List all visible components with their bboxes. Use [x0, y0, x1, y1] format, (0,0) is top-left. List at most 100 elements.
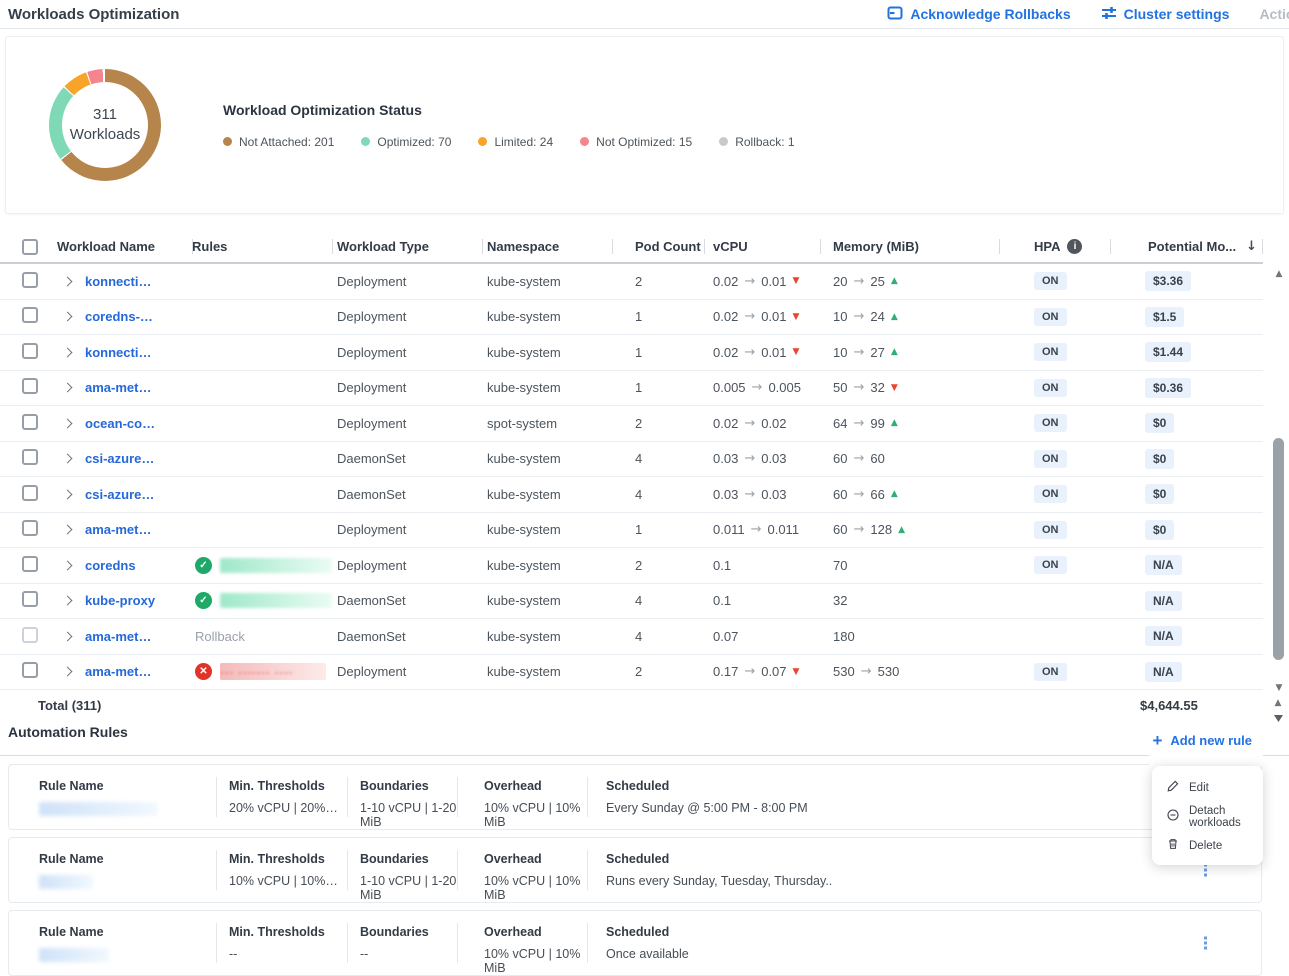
rules-cell: ✓	[192, 557, 332, 574]
legend-label: Not Attached: 201	[239, 135, 334, 149]
potential-savings-cell: N/A	[1110, 555, 1263, 575]
column-header-namespace[interactable]: Namespace	[482, 231, 612, 262]
row-select-cell	[0, 520, 50, 539]
workload-name-link[interactable]: konnecti…	[85, 345, 151, 360]
add-new-rule-button[interactable]: + Add new rule	[1152, 733, 1252, 748]
redacted-rule-name	[39, 948, 109, 962]
workload-name-cell: ama-met…	[84, 522, 192, 537]
boundaries-column: Boundaries1-10 vCPU | 1-20 MiB	[347, 765, 457, 829]
automation-rules-title: Automation Rules	[8, 724, 1289, 740]
vcpu-current-value: 0.02	[713, 274, 738, 289]
column-header-memory[interactable]: Memory (MiB)	[820, 231, 999, 262]
expand-chevron-icon[interactable]	[62, 312, 72, 322]
workload-name-link[interactable]: kube-proxy	[85, 593, 155, 608]
column-header-pod-count[interactable]: Pod Count	[612, 231, 704, 262]
row-select-cell	[0, 627, 50, 646]
workloads-optimization-page: { "header": { "title": "Workloads Optimi…	[0, 0, 1289, 976]
sort-desc-icon[interactable]: ↓	[1246, 239, 1257, 254]
hpa-badge: ON	[1034, 663, 1067, 681]
expand-chevron-icon[interactable]	[62, 667, 72, 677]
memory-recommended-value: 32	[870, 380, 884, 395]
hpa-info-icon[interactable]: i	[1067, 239, 1082, 254]
actions-button[interactable]: Action	[1259, 6, 1289, 22]
workload-name-link[interactable]: coredns	[85, 558, 136, 573]
pod-count-cell: 2	[612, 664, 704, 679]
row-expand-cell	[50, 562, 84, 569]
column-header-workload-name[interactable]: Workload Name	[50, 231, 192, 262]
select-all-checkbox[interactable]	[22, 239, 38, 255]
page-scrollbar[interactable]: ▲	[1271, 697, 1285, 722]
expand-chevron-icon[interactable]	[62, 347, 72, 357]
vcpu-recommended-value: 0.005	[768, 380, 801, 395]
rules-cell: ✓	[192, 592, 332, 609]
row-checkbox[interactable]	[22, 662, 38, 678]
expand-chevron-icon[interactable]	[62, 383, 72, 393]
menu-item-delete[interactable]: Delete	[1152, 831, 1263, 860]
legend-dot-icon	[361, 137, 370, 146]
table-row: kube-proxy✓DaemonSetkube-system40.132N/A	[0, 584, 1263, 620]
workload-name-link[interactable]: csi-azure…	[85, 451, 154, 466]
table-scrollbar[interactable]: ▲ ▼	[1272, 268, 1286, 694]
workload-name-cell: coredns	[84, 558, 192, 573]
row-checkbox[interactable]	[22, 627, 38, 643]
workload-name-link[interactable]: ocean-co…	[85, 416, 155, 431]
expand-chevron-icon[interactable]	[62, 560, 72, 570]
cluster-settings-button[interactable]: Cluster settings	[1101, 5, 1230, 24]
row-checkbox[interactable]	[22, 414, 38, 430]
workload-type-cell: Deployment	[332, 380, 482, 395]
page-scroll-up-arrow[interactable]: ▲	[1271, 697, 1285, 709]
workload-name-link[interactable]: ama-met…	[85, 629, 151, 644]
workload-name-link[interactable]: csi-azure…	[85, 487, 154, 502]
legend-label: Not Optimized: 15	[596, 135, 692, 149]
row-checkbox[interactable]	[22, 556, 38, 572]
workload-name-link[interactable]: coredns-…	[85, 309, 153, 324]
workload-name-link[interactable]: ama-met…	[85, 522, 151, 537]
memory-current-value: 64	[833, 416, 847, 431]
menu-item-edit[interactable]: Edit	[1152, 773, 1263, 802]
column-header-vcpu[interactable]: vCPU	[704, 231, 820, 262]
expand-chevron-icon[interactable]	[62, 418, 72, 428]
workload-name-link[interactable]: konnecti…	[85, 274, 151, 289]
expand-chevron-icon[interactable]	[62, 489, 72, 499]
boundaries-label: Boundaries	[360, 852, 457, 866]
expand-chevron-icon[interactable]	[62, 631, 72, 641]
legend-label: Limited: 24	[494, 135, 553, 149]
column-header-potential[interactable]: Potential Mo... ↓	[1110, 231, 1263, 262]
expand-chevron-icon[interactable]	[62, 276, 72, 286]
row-checkbox[interactable]	[22, 449, 38, 465]
potential-savings-cell: N/A	[1110, 591, 1263, 611]
workload-name-link[interactable]: ama-met…	[85, 380, 151, 395]
page-scroll-down-arrow[interactable]	[1274, 715, 1283, 722]
workload-name-cell: csi-azure…	[84, 451, 192, 466]
column-header-workload-type[interactable]: Workload Type	[332, 231, 482, 262]
scrollbar-thumb[interactable]	[1273, 438, 1284, 660]
column-header-rules[interactable]: Rules	[192, 231, 332, 262]
menu-item-detach-workloads[interactable]: Detach workloads	[1152, 802, 1263, 831]
arrow-right-icon: →	[744, 487, 755, 502]
rule-menu-kebab-icon[interactable]	[1200, 933, 1211, 954]
page-title: Workloads Optimization	[8, 6, 179, 23]
row-checkbox[interactable]	[22, 272, 38, 288]
trend-down-icon: ▼	[793, 312, 800, 322]
potential-savings-badge: $1.5	[1145, 307, 1184, 327]
expand-chevron-icon[interactable]	[62, 525, 72, 535]
row-checkbox[interactable]	[22, 520, 38, 536]
row-checkbox[interactable]	[22, 307, 38, 323]
row-checkbox[interactable]	[22, 591, 38, 607]
workload-name-link[interactable]: ama-met…	[85, 664, 151, 679]
legend-label: Rollback: 1	[735, 135, 794, 149]
acknowledge-rollbacks-button[interactable]: Acknowledge Rollbacks	[887, 5, 1070, 24]
scheduled-label: Scheduled	[606, 925, 1261, 939]
add-new-rule-label: Add new rule	[1170, 733, 1252, 748]
row-select-cell	[0, 662, 50, 681]
column-header-hpa[interactable]: HPA i	[999, 231, 1110, 262]
workload-name-cell: coredns-…	[84, 309, 192, 324]
row-checkbox[interactable]	[22, 485, 38, 501]
expand-chevron-icon[interactable]	[62, 596, 72, 606]
row-checkbox[interactable]	[22, 378, 38, 394]
row-checkbox[interactable]	[22, 343, 38, 359]
legend-item: Not Attached: 201	[223, 135, 334, 149]
table-row: ama-met…✕--- ------- ----Deploymentkube-…	[0, 655, 1263, 691]
scroll-up-arrow[interactable]: ▲	[1272, 268, 1286, 280]
expand-chevron-icon[interactable]	[62, 454, 72, 464]
